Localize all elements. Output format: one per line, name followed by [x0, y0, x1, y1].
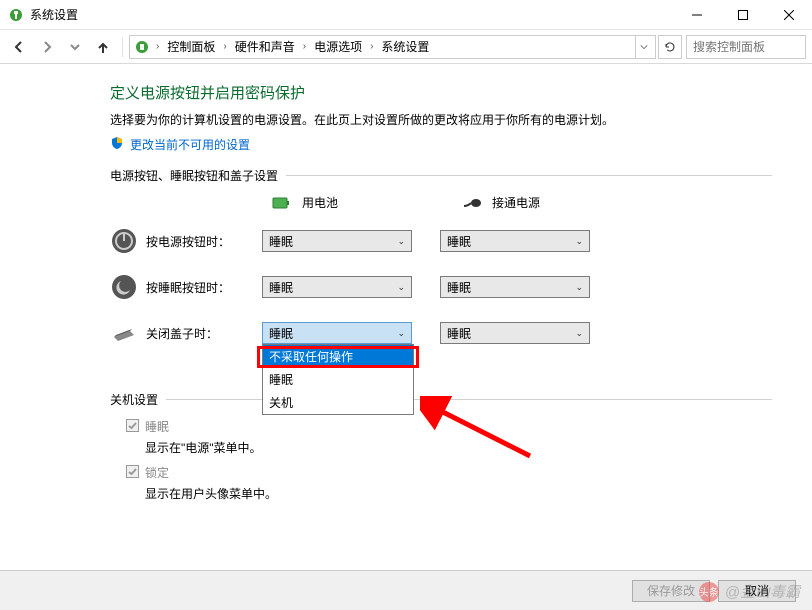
breadcrumb-item[interactable]: 控制面板 [163, 36, 219, 58]
recent-dropdown[interactable] [62, 34, 88, 60]
row-label: 按电源按钮时： [146, 233, 262, 250]
lock-checkbox-row: 锁定 [126, 464, 772, 481]
power-column-headers: 用电池 接通电源 [270, 194, 772, 211]
breadcrumb-icon [134, 39, 150, 55]
lid-close-row: 关闭盖子时： 睡眠⌄ 不采取任何操作 睡眠 关机 睡眠⌄ [110, 313, 772, 353]
chevron-down-icon: ⌄ [575, 236, 583, 247]
close-button[interactable] [766, 0, 812, 29]
chevron-down-icon: ⌄ [397, 328, 405, 339]
battery-column: 用电池 [270, 194, 430, 211]
sleep-checkbox-row: 睡眠 [126, 418, 772, 435]
section-title: 关机设置 [110, 391, 158, 408]
chevron-down-icon: ⌄ [397, 236, 405, 247]
up-button[interactable] [90, 34, 116, 60]
laptop-lid-icon [110, 319, 138, 347]
sleep-checkbox[interactable] [126, 419, 139, 432]
row-label: 按睡眠按钮时： [146, 279, 262, 296]
lock-checkbox[interactable] [126, 465, 139, 478]
breadcrumb-item[interactable]: 电源选项 [310, 36, 366, 58]
sleep-button-icon [110, 273, 138, 301]
page-description: 选择要为你的计算机设置的电源设置。在此页上对设置所做的更改将应用于你所有的电源计… [110, 111, 772, 128]
section-title: 电源按钮、睡眠按钮和盖子设置 [110, 167, 278, 184]
section-shutdown-header: 关机设置 [110, 391, 772, 408]
power-button-icon [110, 227, 138, 255]
checkbox-label: 锁定 [145, 464, 169, 481]
page-title: 定义电源按钮并启用密码保护 [110, 82, 772, 103]
chevron-right-icon[interactable]: › [154, 41, 161, 52]
refresh-button[interactable] [658, 35, 682, 59]
chevron-right-icon[interactable]: › [221, 41, 228, 52]
power-button-plugged-select[interactable]: 睡眠⌄ [440, 230, 590, 252]
lid-close-dropdown-list: 不采取任何操作 睡眠 关机 [262, 344, 414, 415]
forward-button[interactable] [34, 34, 60, 60]
chevron-down-icon: ⌄ [397, 282, 405, 293]
lock-desc: 显示在用户头像菜单中。 [145, 485, 772, 502]
footer: 保存修改 取消 [0, 570, 812, 610]
chevron-down-icon: ⌄ [575, 282, 583, 293]
maximize-button[interactable] [720, 0, 766, 29]
sleep-button-battery-select[interactable]: 睡眠⌄ [262, 276, 412, 298]
checkbox-label: 睡眠 [145, 418, 169, 435]
navbar: › 控制面板 › 硬件和声音 › 电源选项 › 系统设置 [0, 30, 812, 64]
chevron-right-icon[interactable]: › [368, 41, 375, 52]
watermark-text: @金山毒霸 [725, 581, 800, 602]
watermark-logo: 头条 [699, 582, 719, 602]
sleep-button-row: 按睡眠按钮时： 睡眠⌄ 睡眠⌄ [110, 267, 772, 307]
battery-label: 用电池 [302, 194, 338, 211]
search-box[interactable] [686, 35, 806, 59]
nav-separator [122, 37, 123, 57]
power-button-row: 按电源按钮时： 睡眠⌄ 睡眠⌄ [110, 221, 772, 261]
plugged-label: 接通电源 [492, 194, 540, 211]
window-title: 系统设置 [30, 6, 674, 23]
dropdown-item-none[interactable]: 不采取任何操作 [263, 345, 413, 368]
battery-icon [270, 195, 294, 211]
admin-change-link[interactable]: 更改当前不可用的设置 [110, 136, 772, 153]
shield-icon [110, 136, 124, 153]
admin-link-text: 更改当前不可用的设置 [130, 136, 250, 153]
search-input[interactable] [693, 40, 799, 54]
content-area: 定义电源按钮并启用密码保护 选择要为你的计算机设置的电源设置。在此页上对设置所做… [0, 64, 812, 570]
power-button-battery-select[interactable]: 睡眠⌄ [262, 230, 412, 252]
section-rule [286, 175, 772, 176]
lid-close-plugged-select[interactable]: 睡眠⌄ [440, 322, 590, 344]
watermark: 头条 @金山毒霸 [699, 581, 800, 602]
breadcrumb-dropdown[interactable] [635, 36, 651, 58]
section-buttons-header: 电源按钮、睡眠按钮和盖子设置 [110, 167, 772, 184]
minimize-button[interactable] [674, 0, 720, 29]
app-icon [8, 7, 24, 23]
plug-icon [460, 195, 484, 211]
breadcrumb[interactable]: › 控制面板 › 硬件和声音 › 电源选项 › 系统设置 [129, 35, 656, 59]
chevron-right-icon[interactable]: › [301, 41, 308, 52]
window-controls [674, 0, 812, 29]
breadcrumb-item[interactable]: 硬件和声音 [231, 36, 299, 58]
shutdown-section: 关机设置 睡眠 显示在"电源"菜单中。 锁定 显示在用户头像菜单中。 [110, 391, 772, 502]
lid-close-battery-select[interactable]: 睡眠⌄ 不采取任何操作 睡眠 关机 [262, 322, 412, 344]
sleep-button-plugged-select[interactable]: 睡眠⌄ [440, 276, 590, 298]
titlebar: 系统设置 [0, 0, 812, 30]
row-label: 关闭盖子时： [146, 325, 262, 342]
sleep-desc: 显示在"电源"菜单中。 [145, 439, 772, 456]
plugged-column: 接通电源 [460, 194, 620, 211]
dropdown-item-sleep[interactable]: 睡眠 [263, 368, 413, 391]
breadcrumb-item[interactable]: 系统设置 [377, 36, 433, 58]
dropdown-item-shutdown[interactable]: 关机 [263, 391, 413, 414]
section-rule [166, 399, 772, 400]
back-button[interactable] [6, 34, 32, 60]
chevron-down-icon: ⌄ [575, 328, 583, 339]
